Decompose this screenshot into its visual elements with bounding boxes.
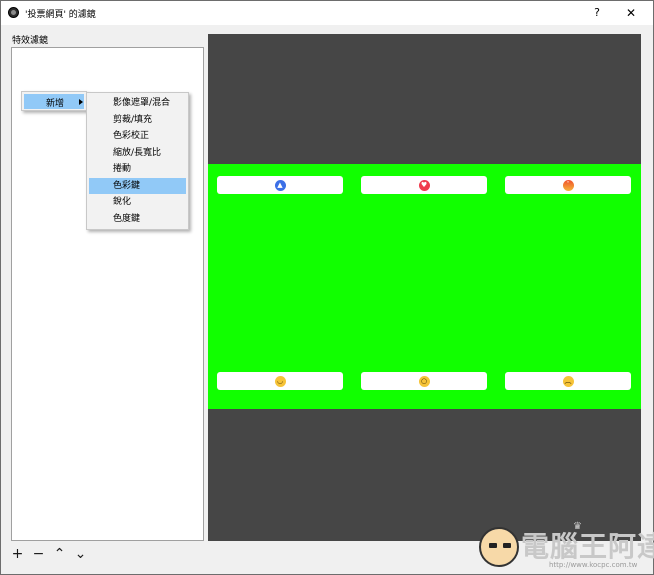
submenu-item-image-mask-blend[interactable]: 影像遮罩/混合: [89, 95, 186, 111]
remove-filter-button[interactable]: −: [32, 547, 45, 561]
reaction-button-sad: ︵: [505, 372, 631, 390]
reaction-button-angry: ˇ: [505, 176, 631, 194]
reaction-button-wow: ○: [361, 372, 487, 390]
move-down-button[interactable]: ⌄: [74, 547, 87, 561]
filter-toolbar: + − ⌃ ⌄: [11, 546, 87, 562]
watermark: ♛ 電腦王阿達 http://www.kocpc.com.tw: [471, 521, 654, 573]
menu-item-add-label: 新增: [46, 99, 65, 109]
title-bar: '投票網頁' 的濾鏡 ? ✕: [1, 1, 653, 25]
obs-app-icon: [8, 7, 19, 18]
add-filter-button[interactable]: +: [11, 547, 24, 561]
submenu-item-scroll[interactable]: 捲動: [89, 161, 186, 177]
filters-window: '投票網頁' 的濾鏡 ? ✕ 特效濾鏡 ▲ ♥ ˇ ◡ ○ ︵ + − ⌃ ⌄ …: [0, 0, 654, 575]
love-icon: ♥: [418, 179, 430, 191]
submenu-arrow-icon: [79, 99, 83, 105]
watermark-mascot-icon: [479, 527, 519, 567]
preview-canvas: ▲ ♥ ˇ ◡ ○ ︵: [208, 34, 641, 541]
haha-icon: ◡: [274, 375, 286, 387]
window-title: '投票網頁' 的濾鏡: [25, 10, 96, 20]
submenu-item-crop-pad[interactable]: 剪裁/填充: [89, 112, 186, 128]
reaction-button-like: ▲: [217, 176, 343, 194]
reaction-button-haha: ◡: [217, 372, 343, 390]
submenu-item-scaling-aspect-ratio[interactable]: 縮放/長寬比: [89, 145, 186, 161]
angry-icon: ˇ: [562, 179, 574, 191]
like-icon: ▲: [274, 179, 286, 191]
reaction-button-love: ♥: [361, 176, 487, 194]
sad-icon: ︵: [562, 375, 574, 387]
green-screen-area: ▲ ♥ ˇ ◡ ○ ︵: [208, 164, 641, 409]
add-filter-submenu: 影像遮罩/混合 剪裁/填充 色彩校正 縮放/長寬比 捲動 色彩鍵 銳化 色度鍵: [86, 92, 189, 230]
watermark-text: 電腦王阿達: [521, 530, 654, 563]
wow-icon: ○: [418, 375, 430, 387]
close-button[interactable]: ✕: [621, 4, 641, 22]
effect-filters-label: 特效濾鏡: [12, 36, 49, 46]
context-menu: 新增: [21, 91, 87, 111]
move-up-button[interactable]: ⌃: [53, 547, 66, 561]
submenu-item-chroma-key[interactable]: 色度鍵: [89, 211, 186, 227]
watermark-url: http://www.kocpc.com.tw: [549, 561, 638, 569]
submenu-item-sharpen[interactable]: 銳化: [89, 194, 186, 210]
submenu-item-color-key[interactable]: 色彩鍵: [89, 178, 186, 194]
submenu-item-color-correction[interactable]: 色彩校正: [89, 128, 186, 144]
help-button[interactable]: ?: [587, 4, 607, 22]
menu-item-add[interactable]: 新增: [24, 94, 84, 109]
